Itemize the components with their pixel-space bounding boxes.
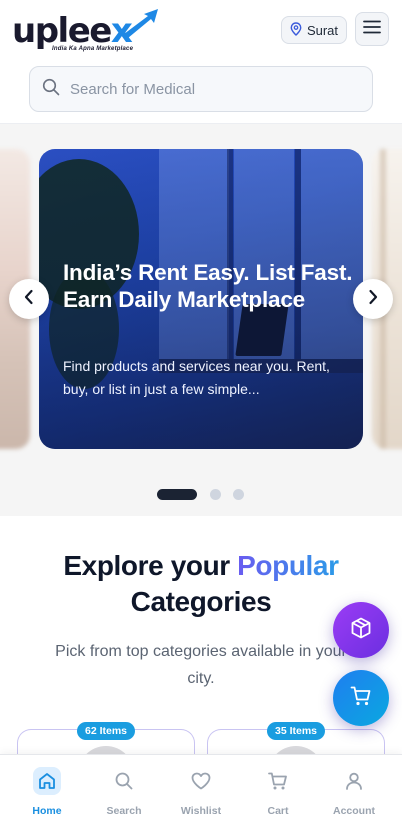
carousel-dot-1[interactable] [157, 489, 197, 500]
cart-icon [349, 684, 373, 713]
hamburger-menu-icon [363, 20, 381, 39]
nav-item-cart[interactable]: Cart [248, 767, 308, 817]
nav-label-home: Home [32, 805, 62, 817]
location-label: Surat [306, 22, 339, 38]
carousel-indicators [0, 489, 402, 501]
location-selector-button[interactable]: Surat [281, 16, 347, 44]
logo-wordmark: upleex [12, 11, 133, 51]
hero-slide[interactable]: India’s Rent Easy. List Fast. Earn Daily… [39, 149, 363, 449]
categories-heading-part2: Categories [130, 586, 272, 617]
hamburger-menu-button[interactable] [355, 12, 389, 46]
cart-icon [264, 767, 292, 795]
search-icon [42, 78, 60, 101]
nav-item-search[interactable]: Search [94, 767, 154, 817]
nav-label-wishlist: Wishlist [180, 805, 222, 817]
categories-subtitle: Pick from top categories available in yo… [55, 643, 347, 687]
nav-label-account: Account [333, 805, 375, 817]
cart-fab-button[interactable] [333, 670, 389, 726]
user-icon [340, 767, 368, 795]
package-fab-button[interactable] [333, 602, 389, 658]
nav-label-search: Search [106, 805, 142, 817]
carousel-dot-3[interactable] [233, 489, 244, 500]
carousel-prev-button[interactable] [9, 279, 49, 319]
search-input[interactable] [70, 80, 340, 98]
nav-item-account[interactable]: Account [324, 767, 384, 817]
item-count-badge: 62 Items [76, 722, 136, 740]
hero-subtitle: Find products and services near you. Ren… [63, 358, 330, 397]
bottom-navigation: Home Search Wishlist Cart Account [0, 754, 402, 822]
map-pin-icon [290, 21, 302, 39]
carousel-next-button[interactable] [353, 279, 393, 319]
nav-item-home[interactable]: Home [17, 767, 77, 817]
categories-heading-highlight: Popular [237, 550, 339, 581]
search-icon [110, 767, 138, 795]
app-header: upleex India Ka Apna Marketplace Surat [0, 0, 402, 124]
item-count-badge: 35 Items [266, 722, 326, 740]
hero-carousel: India’s Rent Easy. List Fast. Earn Daily… [0, 124, 402, 516]
heart-icon [187, 767, 215, 795]
logo-tagline: India Ka Apna Marketplace [52, 46, 134, 52]
nav-item-wishlist[interactable]: Wishlist [171, 767, 231, 817]
hero-title: India’s Rent Easy. List Fast. Earn Daily… [63, 260, 353, 312]
categories-heading-part1: Explore your [63, 550, 238, 581]
chevron-left-icon [23, 289, 35, 310]
home-icon [33, 767, 61, 795]
nav-label-cart: Cart [267, 805, 289, 817]
package-icon [349, 616, 373, 645]
chevron-right-icon [367, 289, 379, 310]
carousel-dot-2[interactable] [210, 489, 221, 500]
search-bar[interactable] [29, 66, 373, 112]
upleex-logo[interactable]: upleex India Ka Apna Marketplace [12, 4, 172, 60]
